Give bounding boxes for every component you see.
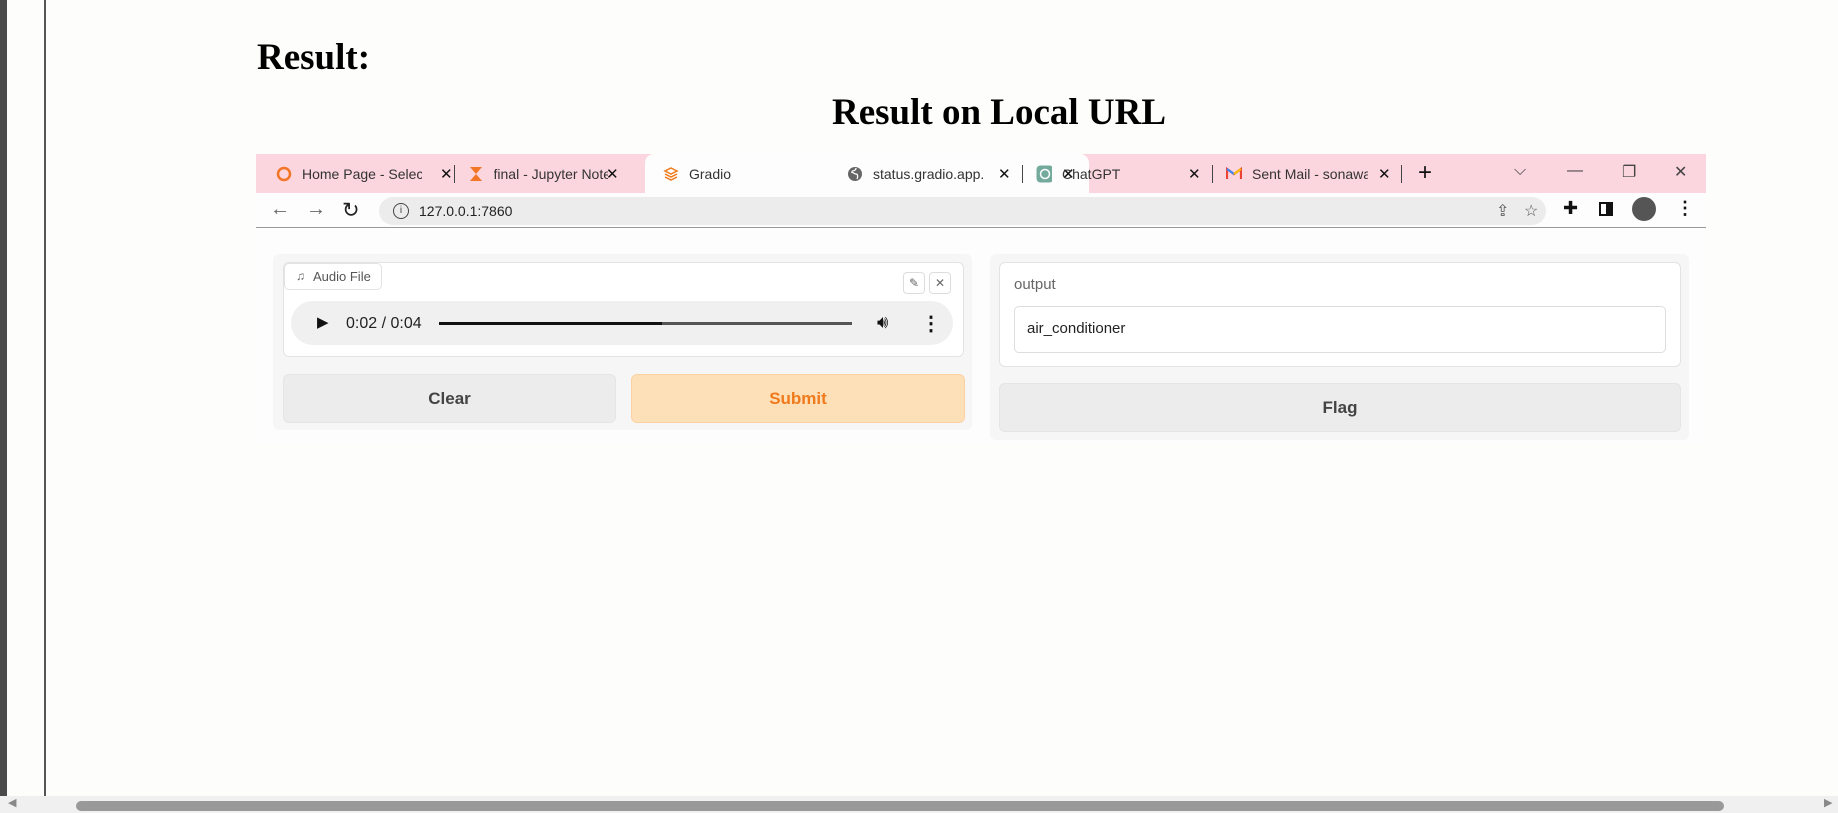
tab-chatgpt[interactable]: ChatGPT ✕ (1036, 154, 1201, 193)
output-value[interactable]: air_conditioner (1027, 320, 1125, 337)
close-tab-icon[interactable]: ✕ (606, 165, 619, 183)
restore-icon[interactable]: ❐ (1622, 162, 1636, 182)
edit-pencil-icon[interactable]: ✎ (903, 272, 925, 294)
site-info-icon[interactable]: i (393, 203, 409, 219)
tab-status-gradio[interactable]: status.gradio.app. ✕ (847, 154, 1011, 193)
gmail-icon (1226, 166, 1242, 182)
orange-ring-icon (276, 166, 292, 182)
close-tab-icon[interactable]: ✕ (440, 165, 453, 183)
side-panel-icon[interactable] (1599, 202, 1613, 216)
tab-search-chevron-icon[interactable]: ⌵ (1514, 162, 1526, 180)
flag-button[interactable]: Flag (999, 383, 1681, 432)
reload-icon[interactable]: ↻ (342, 198, 360, 223)
extensions-puzzle-icon[interactable]: ✚ (1563, 198, 1578, 219)
tab-separator (1022, 165, 1023, 183)
submit-button[interactable]: Submit (631, 374, 965, 423)
clear-audio-close-icon[interactable]: ✕ (929, 272, 951, 294)
result-heading: Result: (257, 37, 371, 78)
scroll-left-arrow-icon[interactable]: ◀ (8, 796, 16, 809)
clear-button[interactable]: Clear (283, 374, 616, 423)
close-tab-icon[interactable]: ✕ (998, 165, 1011, 183)
tab-strip: Home Page - Select ✕ final - Jupyter Not… (256, 154, 1706, 193)
gradio-icon (663, 166, 679, 182)
music-note-icon: ♫ (296, 269, 305, 283)
scrollbar-thumb[interactable] (76, 801, 1724, 811)
play-icon[interactable]: ▶ (317, 313, 329, 331)
close-tab-icon[interactable]: ✕ (1378, 165, 1391, 183)
tab-gmail[interactable]: Sent Mail - sonawa ✕ (1226, 154, 1396, 193)
seek-bar[interactable] (439, 322, 852, 325)
output-label: output (1014, 276, 1056, 293)
tab-jupyter[interactable]: final - Jupyter Note ✕ (468, 154, 619, 193)
seek-progress (439, 322, 663, 325)
volume-icon[interactable]: 🔊︎ (877, 312, 888, 333)
address-toolbar: ← → ↻ i 127.0.0.1:7860 ⇪ ☆ ✚ ⋮ (256, 193, 1706, 228)
player-time: 0:02 / 0:04 (346, 315, 422, 332)
tab-separator (1212, 165, 1213, 183)
chatgpt-icon (1036, 165, 1052, 182)
output-textbox[interactable]: air_conditioner (1014, 306, 1666, 353)
avatar[interactable] (1632, 197, 1656, 221)
tab-home-page[interactable]: Home Page - Select ✕ (276, 154, 453, 193)
player-options-icon[interactable]: ⋮ (921, 311, 941, 336)
local-url-heading: Result on Local URL (831, 92, 1167, 133)
audio-player: ▶ 0:02 / 0:04 🔊︎ ⋮ (291, 301, 953, 345)
new-tab-button[interactable]: + (1418, 159, 1432, 187)
bookmark-star-icon[interactable]: ☆ (1524, 201, 1538, 221)
close-tab-icon[interactable]: ✕ (1188, 165, 1201, 183)
tab-separator (1401, 165, 1402, 183)
close-window-icon[interactable]: ✕ (1674, 162, 1687, 182)
globe-icon (847, 166, 863, 182)
back-arrow-icon[interactable]: ← (270, 198, 290, 221)
url-text[interactable]: 127.0.0.1:7860 (419, 203, 512, 219)
address-bar[interactable]: i 127.0.0.1:7860 ⇪ ☆ (379, 197, 1546, 225)
horizontal-scrollbar[interactable]: ◀ ▶ (0, 796, 1838, 813)
forward-arrow-icon[interactable]: → (306, 198, 326, 221)
share-icon[interactable]: ⇪ (1496, 201, 1509, 221)
tab-separator (454, 165, 455, 183)
browser-menu-icon[interactable]: ⋮ (1676, 198, 1694, 219)
hourglass-icon (468, 166, 484, 182)
minimize-icon[interactable]: — (1567, 162, 1583, 180)
scroll-right-arrow-icon[interactable]: ▶ (1824, 796, 1832, 809)
